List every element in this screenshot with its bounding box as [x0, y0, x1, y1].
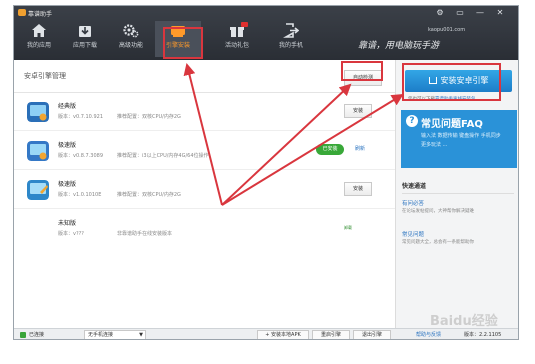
engine-row: 经典版 版本：v0.7.10.921 推荐配置：双核CPU/内存2G 安装 [14, 93, 395, 131]
quick-channel-title: 快速通道 [402, 183, 427, 190]
install-button[interactable]: 安装 [344, 182, 372, 196]
gears-icon [123, 24, 139, 38]
help-feedback-link[interactable]: 帮助与反馈 [416, 331, 441, 338]
engine-row: 极速版 版本：v1.0.1010E 推荐配置：双核CPU/内存2G 安装 [14, 171, 395, 209]
engine-version: 版本：v??? [58, 231, 84, 237]
uninstall-link[interactable]: 卸载 [344, 225, 352, 231]
tab-my-phone[interactable]: 我的手机 [268, 21, 314, 57]
tab-label: 高级功能 [118, 42, 143, 49]
engine-row: 极速版 版本：v0.8.7.3089 推荐配置：i3以上CPU/内存4G/64位… [14, 132, 395, 170]
section-title: 安卓引擎管理 [24, 72, 66, 80]
engine-name: 极速版 [58, 142, 77, 149]
settings-icon[interactable]: ⚙ [434, 8, 446, 18]
highlight-engine-tab [163, 27, 203, 59]
tab-gift[interactable]: 活动礼包 [214, 21, 260, 57]
quick-item-faq[interactable]: 常见问题 [402, 230, 424, 238]
device-select[interactable]: 无手机连接 ▼ [84, 330, 146, 339]
app-logo-icon [18, 9, 26, 16]
engine-recommend: 非靠谱助手在线安装版本 [117, 231, 173, 237]
download-icon [79, 26, 91, 37]
home-icon [32, 24, 46, 37]
engine-recommend: 推荐配置：双核CPU/内存2G [117, 192, 181, 198]
site-url: kaopu001.com [428, 27, 466, 33]
highlight-install-engine [402, 63, 501, 101]
restart-engine-button[interactable]: 重启引擎 [312, 330, 350, 339]
tab-label: 我的应用 [26, 42, 51, 49]
tab-advanced[interactable]: 高级功能 [108, 21, 154, 57]
chevron-down-icon: ▼ [139, 332, 143, 338]
tab-label: 我的手机 [278, 42, 303, 49]
refresh-link[interactable]: 刷新 [355, 145, 365, 152]
quick-item-desc: 常见问题大全，总会有一条能帮助你 [402, 240, 474, 245]
tab-label: 活动礼包 [224, 42, 249, 49]
faq-title: 常见问题FAQ [421, 119, 483, 130]
quick-item-qa[interactable]: 有问必答 [402, 199, 424, 207]
install-local-apk-button[interactable]: + 安装本地APK [257, 330, 309, 339]
connection-status: 已连接 [29, 332, 45, 338]
tab-my-apps[interactable]: 我的应用 [16, 21, 62, 57]
engine-classic-icon [27, 102, 49, 122]
divider [402, 193, 514, 194]
app-window: 靠谱助手 ⚙ ▭ — ✕ 我的应用 应用下载 高级功能 引擎安装 活动礼包 我的… [13, 5, 519, 340]
new-badge [241, 22, 248, 27]
engine-speed-icon [27, 141, 49, 161]
exit-engine-button[interactable]: 退出引擎 [353, 330, 391, 339]
engine-version: 版本：v0.7.10.921 [58, 114, 103, 120]
question-icon: ? [406, 115, 418, 127]
slogan: 靠谱，用电脑玩手游 [358, 41, 440, 51]
install-button[interactable]: 安装 [344, 104, 372, 118]
engine-recommend: 推荐配置：i3以上CPU/内存4G/64位操作 [117, 153, 209, 159]
installed-badge: 已安装 [316, 144, 344, 155]
engine-name: 未知版 [58, 220, 77, 227]
watermark: Baidu经验 [430, 314, 498, 329]
close-button[interactable]: ✕ [494, 8, 506, 18]
skin-icon[interactable]: ▭ [454, 8, 466, 18]
faq-subtitle: 输入法 数据传输 键盘操作 手机同步 更多玩法 ... [421, 133, 501, 148]
version-text: 版本：2.2.1105 [464, 332, 502, 338]
connection-icon [20, 332, 26, 338]
faq-banner[interactable]: ? 常见问题FAQ 输入法 数据传输 键盘操作 手机同步 更多玩法 ... [401, 110, 517, 168]
engine-name: 极速版 [58, 181, 77, 188]
tab-label: 应用下载 [72, 42, 97, 49]
engine-name: 经典版 [58, 103, 77, 110]
minimize-button[interactable]: — [474, 8, 486, 18]
tab-app-download[interactable]: 应用下载 [62, 21, 108, 57]
device-select-value: 无手机连接 [88, 332, 114, 338]
engine-row: 未知版 版本：v??? 非靠谱助手在线安装版本 卸载 [14, 210, 395, 248]
app-title: 靠谱助手 [28, 11, 53, 18]
highlight-auto-detect [341, 61, 383, 81]
engine-recommend: 推荐配置：双核CPU/内存2G [117, 114, 181, 120]
engine-turbo-icon [27, 180, 49, 200]
quick-item-desc: 在论坛发帖提问，大神帮你解决疑难 [402, 209, 474, 214]
top-bar: 靠谱助手 ⚙ ▭ — ✕ 我的应用 应用下载 高级功能 引擎安装 活动礼包 我的… [14, 6, 518, 60]
phone-export-icon [283, 23, 299, 38]
engine-version: 版本：v1.0.1010E [58, 192, 102, 198]
engine-manager-panel: 安卓引擎管理 自动检测 经典版 版本：v0.7.10.921 推荐配置：双核CP… [14, 60, 395, 328]
status-bar: 已连接 无手机连接 ▼ + 安装本地APK 重启引擎 退出引擎 帮助与反馈 版本：… [14, 328, 518, 339]
engine-version: 版本：v0.8.7.3089 [58, 153, 103, 159]
